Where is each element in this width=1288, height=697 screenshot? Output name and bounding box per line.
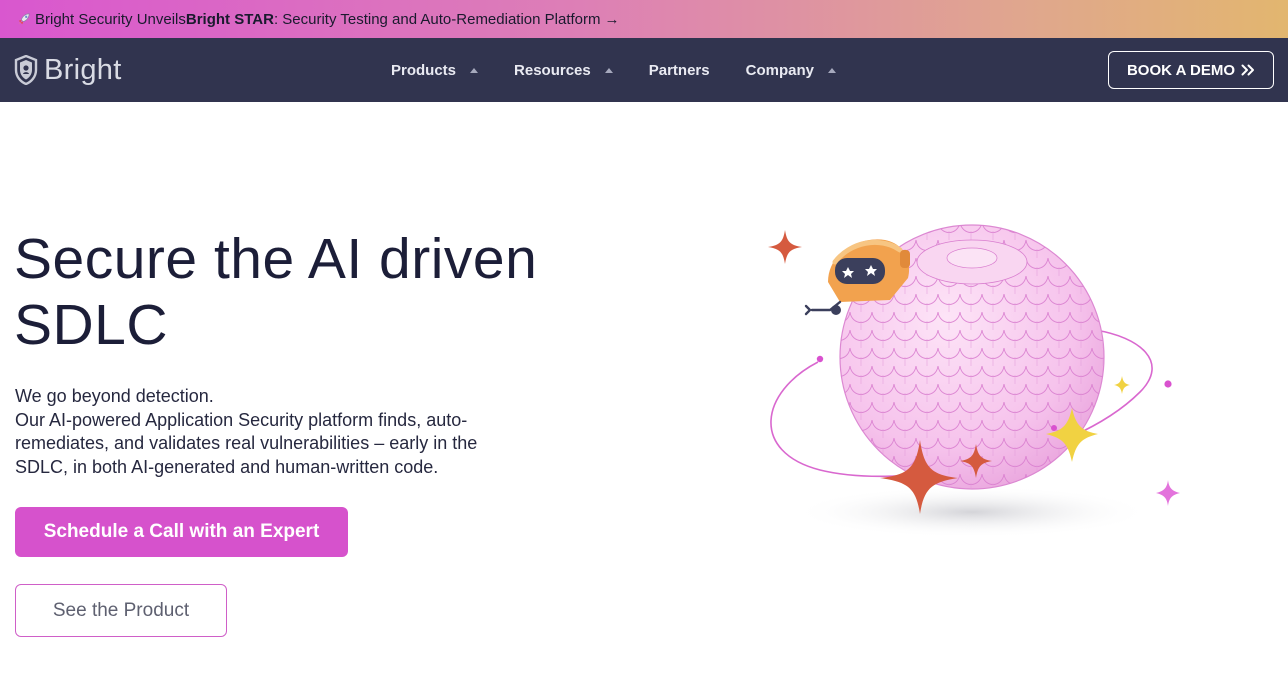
nav-item-company[interactable]: Company xyxy=(746,62,836,79)
hero-title: Secure the AI driven SDLC xyxy=(14,226,614,358)
shield-logo-icon xyxy=(14,55,38,85)
rocket-icon xyxy=(18,13,30,25)
main-menu: Products Resources Partners Company xyxy=(391,38,872,102)
caret-up-icon xyxy=(604,67,613,73)
announcement-prefix: Bright Security Unveils xyxy=(35,10,186,28)
double-chevron-right-icon xyxy=(1241,64,1255,76)
hero-subtitle: We go beyond detection. Our AI-powered A… xyxy=(15,385,525,479)
see-product-button[interactable]: See the Product xyxy=(15,584,227,637)
announcement-highlight: Bright STAR xyxy=(185,10,274,28)
nav-item-products[interactable]: Products xyxy=(391,61,479,79)
caret-up-icon xyxy=(827,67,836,73)
nav-item-label: Company xyxy=(745,61,814,79)
nav-item-resources[interactable]: Resources xyxy=(514,62,613,79)
arrow-right-icon: → xyxy=(604,10,620,28)
orbit-dot xyxy=(816,355,824,363)
nav-item-label: Partners xyxy=(648,61,710,79)
hero-subtitle-line-2: Our AI-powered Application Security plat… xyxy=(15,409,478,477)
logo-text: Bright xyxy=(44,54,122,86)
nav-item-label: Products xyxy=(391,61,457,79)
hero-title-line-1: Secure the AI driven xyxy=(14,227,538,291)
nav-item-partners[interactable]: Partners xyxy=(649,62,710,79)
hero-title-line-2: SDLC xyxy=(14,293,169,357)
caret-up-icon xyxy=(470,67,479,73)
sparkle-pink xyxy=(1156,480,1180,506)
navbar: Bright Products Resources Partners Compa… xyxy=(0,38,1288,102)
nav-item-label: Resources xyxy=(514,61,591,79)
announcement-bar[interactable]: Bright Security Unveils Bright STAR: Sec… xyxy=(0,0,1288,38)
book-demo-label: BOOK A DEMO xyxy=(1126,61,1236,79)
schedule-call-button[interactable]: Schedule a Call with an Expert xyxy=(15,507,348,557)
hero-subtitle-line-1: We go beyond detection. xyxy=(15,386,214,406)
sparkle-red-top xyxy=(768,230,802,264)
book-demo-button[interactable]: BOOK A DEMO xyxy=(1108,51,1274,89)
orbit-dot xyxy=(1051,425,1057,431)
hero-illustration xyxy=(768,224,1180,538)
announcement-suffix: : Security Testing and Auto-Remediation … xyxy=(273,10,601,28)
orbit-dot xyxy=(1164,380,1172,388)
sphere-shadow xyxy=(792,486,1152,538)
logo[interactable]: Bright xyxy=(14,53,122,87)
sparkle-yellow-small xyxy=(1114,376,1130,394)
